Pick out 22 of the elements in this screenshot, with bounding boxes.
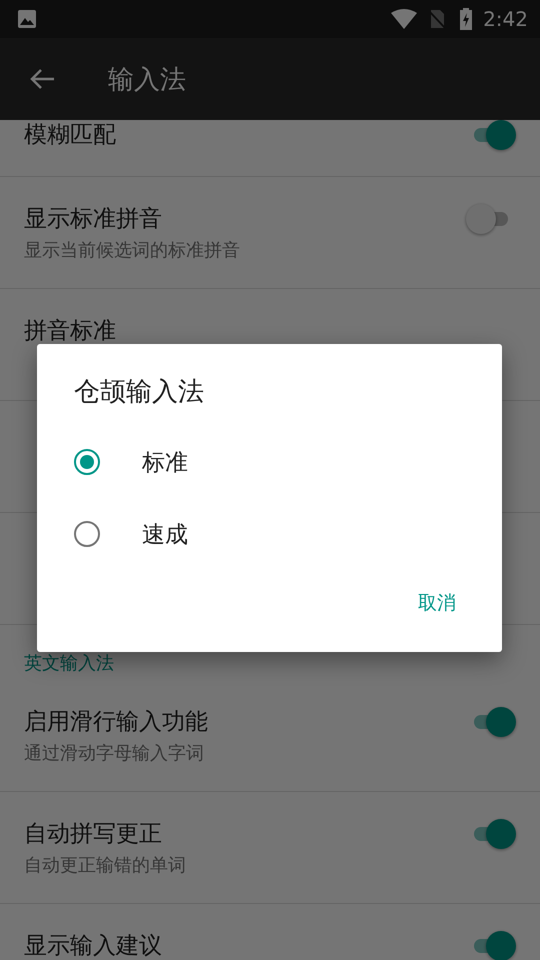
option-label[interactable]: 标准 <box>142 446 188 478</box>
setting-title: 自动拼写更正 <box>24 820 163 849</box>
setting-summary: 通过滑动字母输入字词 <box>24 742 205 766</box>
toolbar-title: 输入法 <box>108 64 186 96</box>
wifi-icon <box>391 9 418 29</box>
battery-icon <box>459 8 474 30</box>
setting-title: 显示标准拼音 <box>24 205 163 234</box>
setting-title: 显示输入建议 <box>24 932 163 960</box>
image-icon <box>17 9 37 29</box>
cancel-button[interactable]: 取消 <box>396 582 478 624</box>
setting-summary: 显示当前候选词的标准拼音 <box>24 239 241 263</box>
status-time: 2:42 <box>483 7 528 31</box>
option-label[interactable]: 速成 <box>142 518 188 550</box>
setting-title: 拼音标准 <box>24 317 117 346</box>
setting-summary: 自动更正输错的单词 <box>24 854 187 878</box>
radio-button[interactable] <box>74 449 100 475</box>
back-button[interactable] <box>28 67 56 91</box>
setting-title: 启用滑行输入功能 <box>24 708 209 737</box>
setting-title: 模糊匹配 <box>24 121 117 150</box>
radio-button[interactable] <box>74 521 100 547</box>
section-header: 英文输入法 <box>24 652 115 675</box>
dialog-title: 仓颉输入法 <box>74 376 205 409</box>
